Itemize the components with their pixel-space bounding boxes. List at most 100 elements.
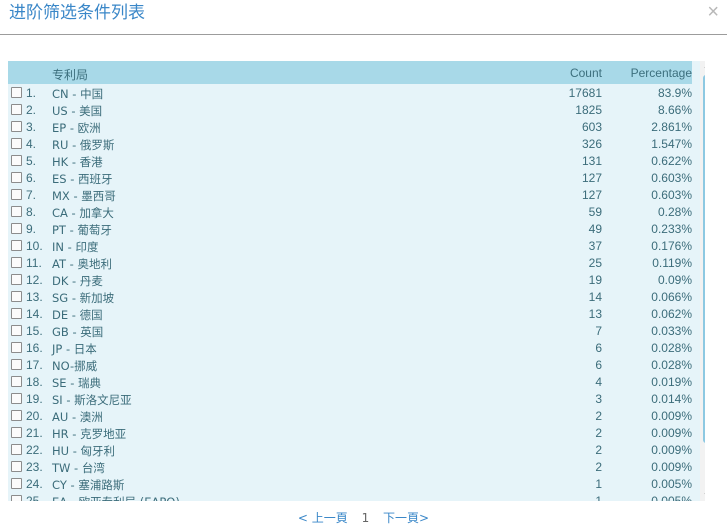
row-count: 3 (595, 392, 602, 406)
table-row[interactable]: 25. EA - 欧亚专利局 (EAPO) 1 0.005% (8, 492, 692, 501)
row-count: 6 (595, 358, 602, 372)
row-percentage: 0.119% (652, 256, 692, 270)
row-checkbox[interactable] (11, 206, 22, 217)
row-checkbox[interactable] (11, 155, 22, 166)
table-row[interactable]: 8. CA - 加拿大 59 0.28% (8, 203, 692, 220)
row-count: 13 (588, 307, 602, 321)
row-count: 1 (595, 494, 602, 501)
table-row[interactable]: 20. AU - 澳洲 2 0.009% (8, 407, 692, 424)
row-checkbox[interactable] (11, 189, 22, 200)
table-row[interactable]: 21. HR - 克罗地亚 2 0.009% (8, 424, 692, 441)
row-percentage: 0.014% (651, 392, 692, 406)
row-office-name: HK - 香港 (52, 155, 103, 169)
table-row[interactable]: 3. EP - 欧洲 603 2.861% (8, 118, 692, 135)
row-count: 2 (595, 460, 602, 474)
table-row[interactable]: 6. ES - 西班牙 127 0.603% (8, 169, 692, 186)
row-checkbox[interactable] (11, 138, 22, 149)
row-office-name: EP - 欧洲 (52, 121, 101, 135)
table-row[interactable]: 12. DK - 丹麦 19 0.09% (8, 271, 692, 288)
row-index: 17. (26, 358, 43, 372)
row-office-name: HR - 克罗地亚 (52, 427, 127, 441)
table-row[interactable]: 11. AT - 奥地利 25 0.119% (8, 254, 692, 271)
column-header-percentage[interactable]: Percentage (631, 66, 692, 80)
row-office-name: HU - 匈牙利 (52, 444, 116, 458)
row-checkbox[interactable] (11, 223, 22, 234)
table-row[interactable]: 5. HK - 香港 131 0.622% (8, 152, 692, 169)
row-index: 10. (26, 239, 43, 253)
row-checkbox[interactable] (11, 342, 22, 353)
table-row[interactable]: 9. PT - 葡萄牙 49 0.233% (8, 220, 692, 237)
row-count: 14 (588, 290, 602, 304)
row-percentage: 83.9% (657, 86, 692, 100)
prev-page-link[interactable]: < 上一頁 (298, 511, 348, 525)
pagination: < 上一頁 1 下一頁> (0, 509, 727, 526)
row-percentage: 0.603% (651, 171, 692, 185)
table-row[interactable]: 23. TW - 台湾 2 0.009% (8, 458, 692, 475)
row-checkbox[interactable] (11, 410, 22, 421)
table-row[interactable]: 4. RU - 俄罗斯 326 1.547% (8, 135, 692, 152)
table-row[interactable]: 15. GB - 英国 7 0.033% (8, 322, 692, 339)
table-rows: 1. CN - 中国 17681 83.9% 2. US - 美国 1825 8.66% 3. E… (8, 84, 692, 501)
row-count: 7 (595, 324, 602, 338)
table-row[interactable]: 7. MX - 墨西哥 127 0.603% (8, 186, 692, 203)
row-checkbox[interactable] (11, 291, 22, 302)
vertical-scrollbar[interactable]: ▲ ▼ (700, 61, 705, 501)
row-percentage: 0.28% (657, 205, 692, 219)
table-row[interactable]: 14. DE - 德国 13 0.062% (8, 305, 692, 322)
row-count: 6 (595, 341, 602, 355)
row-percentage: 0.009% (651, 460, 692, 474)
row-checkbox[interactable] (11, 376, 22, 387)
row-checkbox[interactable] (11, 478, 22, 489)
next-page-link[interactable]: 下一頁> (383, 511, 429, 525)
row-percentage: 0.028% (651, 341, 692, 355)
row-checkbox[interactable] (11, 359, 22, 370)
row-count: 2 (595, 443, 602, 457)
scroll-thumb[interactable] (703, 75, 705, 443)
row-checkbox[interactable] (11, 393, 22, 404)
table-row[interactable]: 19. SI - 斯洛文尼亚 3 0.014% (8, 390, 692, 407)
dialog-title: 进阶筛选条件列表 (9, 3, 145, 23)
row-checkbox[interactable] (11, 257, 22, 268)
row-checkbox[interactable] (11, 325, 22, 336)
row-checkbox[interactable] (11, 240, 22, 251)
table-row[interactable]: 2. US - 美国 1825 8.66% (8, 101, 692, 118)
row-count: 17681 (568, 86, 602, 100)
scroll-up-icon[interactable]: ▲ (703, 63, 705, 70)
column-header-count[interactable]: Count (570, 66, 602, 80)
row-index: 12. (26, 273, 43, 287)
row-index: 1. (26, 86, 37, 100)
scroll-down-icon[interactable]: ▼ (703, 492, 705, 499)
row-index: 16. (26, 341, 43, 355)
row-checkbox[interactable] (11, 461, 22, 472)
row-count: 19 (588, 273, 602, 287)
row-checkbox[interactable] (11, 444, 22, 455)
row-checkbox[interactable] (11, 172, 22, 183)
column-header-office[interactable]: 专利局 (52, 66, 88, 83)
table-row[interactable]: 17. NO-挪威 6 0.028% (8, 356, 692, 373)
row-percentage: 0.622% (651, 154, 692, 168)
row-checkbox[interactable] (11, 308, 22, 319)
table-row[interactable]: 10. IN - 印度 37 0.176% (8, 237, 692, 254)
row-count: 2 (595, 426, 602, 440)
row-checkbox[interactable] (11, 427, 22, 438)
table-row[interactable]: 1. CN - 中国 17681 83.9% (8, 84, 692, 101)
row-count: 4 (595, 375, 602, 389)
row-checkbox[interactable] (11, 87, 22, 98)
row-checkbox[interactable] (11, 274, 22, 285)
table-row[interactable]: 18. SE - 瑞典 4 0.019% (8, 373, 692, 390)
close-icon[interactable]: × (707, 2, 719, 22)
row-checkbox[interactable] (11, 121, 22, 132)
row-index: 8. (26, 205, 37, 219)
row-index: 6. (26, 171, 37, 185)
table-row[interactable]: 22. HU - 匈牙利 2 0.009% (8, 441, 692, 458)
row-percentage: 0.009% (651, 409, 692, 423)
table-row[interactable]: 13. SG - 新加坡 14 0.066% (8, 288, 692, 305)
row-office-name: RU - 俄罗斯 (52, 138, 115, 152)
table-row[interactable]: 24. CY - 塞浦路斯 1 0.005% (8, 475, 692, 492)
row-checkbox[interactable] (11, 495, 22, 501)
row-office-name: JP - 日本 (52, 342, 97, 356)
table-row[interactable]: 16. JP - 日本 6 0.028% (8, 339, 692, 356)
row-count: 131 (581, 154, 602, 168)
row-percentage: 0.009% (651, 443, 692, 457)
row-checkbox[interactable] (11, 104, 22, 115)
